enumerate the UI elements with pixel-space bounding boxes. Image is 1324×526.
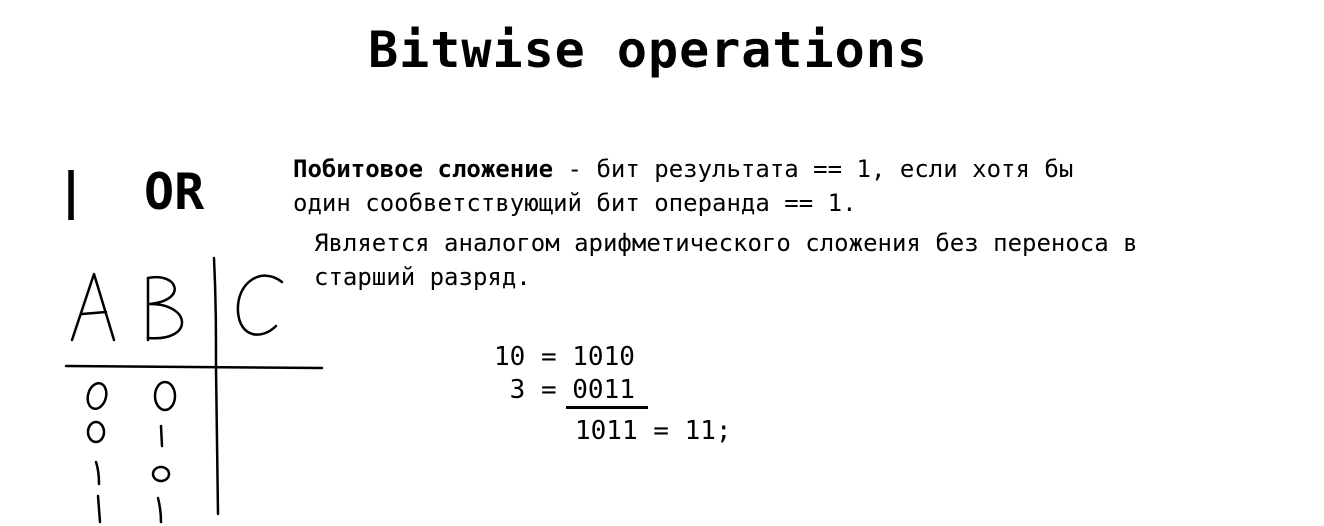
truth-table	[64, 256, 324, 524]
description-text: - бит результата == 1, если хотя бы	[553, 155, 1074, 183]
page-title: Bitwise operations	[368, 21, 928, 79]
cell-a-0	[86, 381, 108, 411]
truth-table-header-divider	[212, 256, 218, 370]
truth-table-horizontal-rule	[64, 364, 324, 370]
cell-b-0	[153, 380, 177, 412]
example-line-2: 3 = 0011	[494, 375, 635, 405]
truth-table-row	[86, 420, 164, 448]
cell-b-1	[156, 496, 163, 524]
description-line-2: один сообветствующий бит операнда == 1.	[293, 189, 857, 217]
description-analogy: Является аналогом арифметического сложен…	[314, 226, 1294, 294]
example-sum-rule	[566, 406, 648, 409]
example-result: 1011 = 11;	[575, 416, 732, 446]
cell-a-1	[94, 460, 101, 486]
description: Побитовое сложение - бит результата == 1…	[293, 152, 1253, 220]
cell-a-1	[96, 494, 102, 524]
cell-a-0	[86, 420, 106, 444]
truth-table-header-b	[146, 275, 184, 342]
truth-table-result-divider	[214, 366, 220, 516]
truth-table-row	[94, 460, 171, 486]
truth-table-row	[96, 494, 163, 524]
truth-table-row	[86, 380, 177, 412]
description-line-3: Является аналогом арифметического сложен…	[314, 229, 1138, 257]
description-line-4: старший разряд.	[314, 263, 531, 291]
description-term: Побитовое сложение	[293, 155, 554, 183]
example-line-1: 10 = 1010	[494, 342, 635, 372]
truth-table-header-c	[236, 274, 284, 336]
operator-name: OR	[144, 163, 205, 221]
description-line-1: Побитовое сложение - бит результата == 1…	[293, 152, 1253, 186]
cell-b-0	[151, 465, 171, 483]
truth-table-header-a	[70, 272, 116, 342]
cell-b-1	[159, 424, 164, 448]
operator-symbol: |	[56, 162, 87, 220]
